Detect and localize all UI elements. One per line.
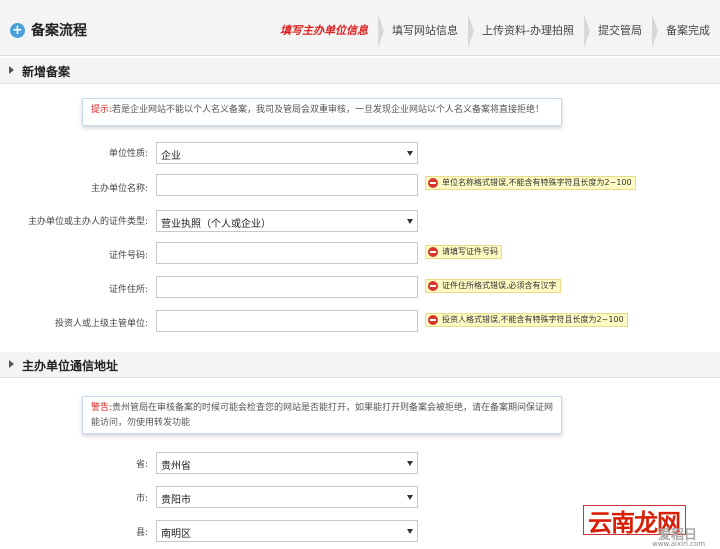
chevron-down-icon: [407, 529, 413, 534]
error-text: 请填写证件号码: [442, 247, 498, 256]
unit-type-select[interactable]: 企业: [156, 142, 418, 164]
error-host-name: 单位名称格式错误,不能含有特殊字符且长度为2~100: [425, 176, 636, 190]
plus-circle-icon: +: [10, 22, 25, 38]
error-icon: [428, 178, 438, 188]
error-icon: [428, 315, 438, 325]
label-id-type: 主办单位或主办人的证件类型:: [27, 217, 148, 227]
notice-line-2: 能访问，勿使用转发功能: [91, 418, 191, 428]
label-unit-type: 单位性质:: [108, 149, 148, 159]
error-investor: 投资人格式错误,不能含有特殊字符且长度为2~100: [425, 313, 628, 327]
id-address-input[interactable]: [156, 276, 418, 298]
host-name-input[interactable]: [156, 174, 418, 196]
id-type-select[interactable]: 营业执照（个人或企业）: [156, 210, 418, 232]
flow-title-text: 备案流程: [31, 23, 87, 39]
section-title: 主办单位通信地址: [22, 359, 119, 373]
chevron-down-icon: [407, 151, 413, 156]
step-fill-host-info[interactable]: 填写主办单位信息: [266, 14, 385, 48]
step-complete[interactable]: 备案完成: [652, 14, 720, 48]
city-value: 贵阳市: [161, 495, 191, 506]
step-upload-photo[interactable]: 上传资料-办理拍照: [468, 14, 590, 48]
label-investor: 投资人或上级主管单位:: [54, 319, 148, 329]
label-id-number: 证件号码:: [108, 251, 148, 261]
step-fill-site-info[interactable]: 填写网站信息: [378, 14, 475, 48]
error-text: 投资人格式错误,不能含有特殊字符且长度为2~100: [442, 315, 624, 324]
province-select[interactable]: 贵州省: [156, 452, 418, 474]
id-type-value: 营业执照（个人或企业）: [161, 219, 271, 230]
id-number-input[interactable]: [156, 242, 418, 264]
chevron-down-icon: [407, 495, 413, 500]
flow-title: + 备案流程: [10, 20, 87, 40]
top-bar: + 备案流程 填写主办单位信息 填写网站信息 上传资料-办理拍照 提交管局 备案…: [0, 0, 720, 56]
unit-type-value: 企业: [161, 151, 181, 162]
notice-line-1: 贵州管局在审核备案的时候可能会检查您的网站是否能打开，如果能打开则备案会被拒绝，…: [112, 403, 553, 413]
county-select[interactable]: 南明区: [156, 520, 418, 542]
error-id-address: 证件住所格式错误,必须含有汉字: [425, 279, 561, 293]
triangle-right-icon: [9, 66, 14, 74]
investor-input[interactable]: [156, 310, 418, 332]
section-new-filing: 新增备案: [0, 58, 720, 84]
error-icon: [428, 247, 438, 257]
label-host-name: 主办单位名称:: [90, 184, 148, 194]
notice-lead: 警告:: [91, 403, 113, 413]
notice-text: 若是企业网站不能以个人名义备案，我司及管局会双重审核，一旦发现企业网站以个人名义…: [112, 105, 545, 115]
error-text: 单位名称格式错误,不能含有特殊字符且长度为2~100: [442, 178, 632, 187]
city-select[interactable]: 贵阳市: [156, 486, 418, 508]
error-id-number: 请填写证件号码: [425, 245, 502, 259]
notice-guizhou-warning: 警告:贵州管局在审核备案的时候可能会检查您的网站是否能打开，如果能打开则备案会被…: [82, 396, 562, 434]
section-mailing-address: 主办单位通信地址: [0, 352, 720, 378]
notice-lead: 提示:: [91, 105, 113, 115]
error-icon: [428, 281, 438, 291]
county-value: 南明区: [161, 529, 191, 540]
notice-personal-filing: 提示:若是企业网站不能以个人名义备案，我司及管局会双重审核，一旦发现企业网站以个…: [82, 98, 562, 126]
triangle-right-icon: [9, 360, 14, 368]
watermark-url: www.aixiri.com: [652, 540, 706, 548]
chevron-down-icon: [407, 461, 413, 466]
error-text: 证件住所格式错误,必须含有汉字: [442, 281, 557, 290]
section-title: 新增备案: [22, 65, 71, 79]
step-submit-bureau[interactable]: 提交管局: [584, 14, 658, 48]
label-id-address: 证件住所:: [108, 285, 148, 295]
chevron-down-icon: [407, 219, 413, 224]
label-county: 县:: [135, 528, 148, 538]
step-progress: 填写主办单位信息 填写网站信息 上传资料-办理拍照 提交管局 备案完成: [266, 14, 720, 48]
label-province: 省:: [135, 460, 148, 470]
label-city: 市:: [135, 494, 148, 504]
province-value: 贵州省: [161, 461, 191, 472]
